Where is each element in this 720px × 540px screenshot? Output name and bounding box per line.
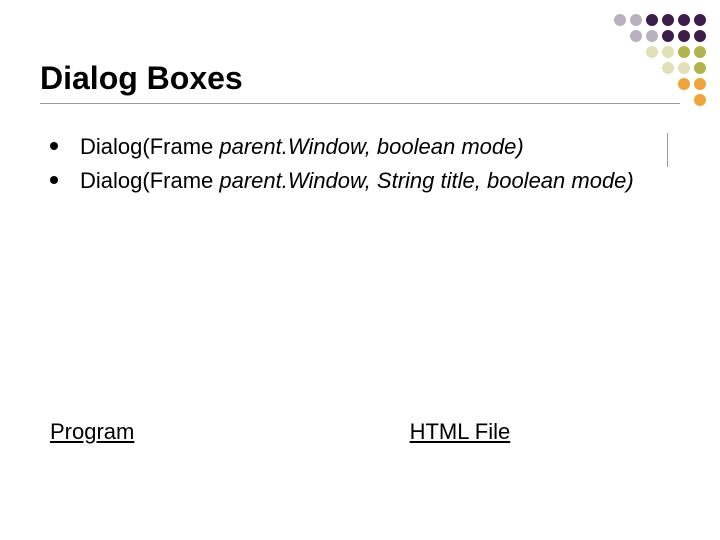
bullet-list: Dialog(Frame parent.Window, boolean mode… bbox=[40, 132, 680, 195]
bullet-text-prefix: Dialog(Frame bbox=[80, 168, 219, 193]
bullet-text-italic: parent.Window, String title, boolean mod… bbox=[219, 168, 633, 193]
bullet-icon bbox=[50, 176, 58, 184]
bullet-item: Dialog(Frame parent.Window, String title… bbox=[50, 166, 680, 196]
footer-links: Program HTML File bbox=[50, 419, 670, 445]
slide-title: Dialog Boxes bbox=[40, 60, 680, 104]
html-file-link[interactable]: HTML File bbox=[410, 419, 511, 444]
bullet-text-prefix: Dialog(Frame bbox=[80, 134, 219, 159]
corner-dot-decoration bbox=[614, 14, 706, 106]
slide: Dialog Boxes Dialog(Frame parent.Window,… bbox=[0, 0, 720, 540]
program-link[interactable]: Program bbox=[50, 419, 134, 444]
bullet-item: Dialog(Frame parent.Window, boolean mode… bbox=[50, 132, 680, 162]
bullet-icon bbox=[50, 142, 58, 150]
bullet-text-italic: parent.Window, boolean mode) bbox=[219, 134, 523, 159]
